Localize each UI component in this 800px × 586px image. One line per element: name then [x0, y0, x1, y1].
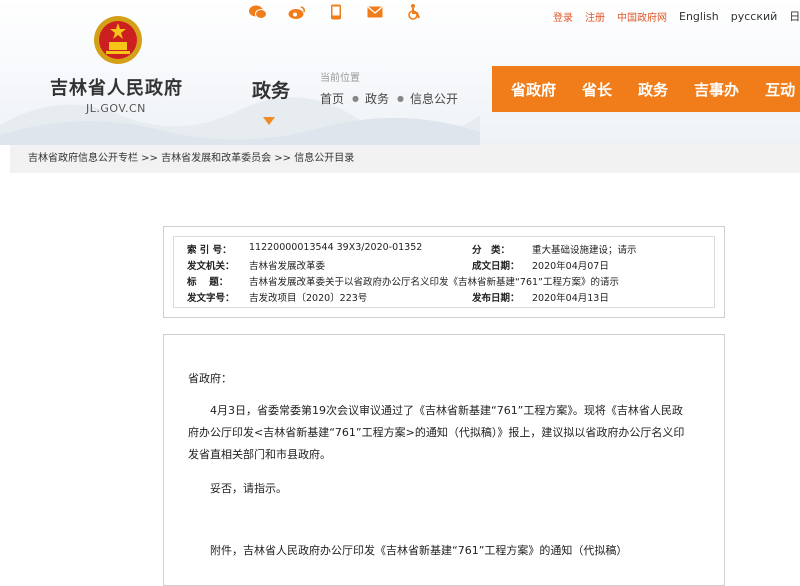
- doc-number-label: 发文字号：: [187, 293, 235, 304]
- document-info-table: 索 引 号： 11220000013544 39X3/2020-01352 分 …: [173, 236, 715, 308]
- category-label: 分 类：: [472, 245, 511, 256]
- national-emblem-icon: [94, 16, 142, 64]
- category-value: 重大基础设施建设；请示: [532, 245, 637, 256]
- bullet-icon: ●: [352, 94, 359, 103]
- letter-paragraph-line-2: 府办公厅印发<吉林省新基建“761”工程方案>的通知（代拟稿）》报上，建议拟以省…: [188, 426, 685, 439]
- nav-interaction[interactable]: 互动: [765, 79, 795, 100]
- issuer-value: 吉林省发展改革委: [249, 261, 326, 272]
- nav-province-gov[interactable]: 省政府: [511, 79, 556, 100]
- created-date-value: 2020年04月07日: [532, 261, 609, 272]
- title-label: 标 题：: [187, 277, 229, 288]
- lang-japanese[interactable]: 日本: [789, 8, 800, 24]
- published-date-label: 发布日期：: [472, 293, 520, 304]
- crumb-home[interactable]: 首页: [320, 90, 344, 107]
- mobile-icon[interactable]: [327, 4, 345, 20]
- index-value: 11220000013544 39X3/2020-01352: [249, 242, 423, 253]
- section-title: 政务: [252, 80, 291, 102]
- doc-number-value: 吉发改项目〔2020〕223号: [249, 293, 368, 304]
- document-body: 省政府： 4月3日，省委常委第19次会议审议通过了《吉林省新基建“761”工程方…: [163, 334, 725, 586]
- main-nav: 省政府 省长 政务 吉事办 互动 省: [492, 66, 800, 112]
- published-date-value: 2020年04月13日: [532, 293, 609, 304]
- lang-english[interactable]: English: [679, 10, 719, 23]
- letter-paragraph-line-1: 4月3日，省委常委第19次会议审议通过了《吉林省新基建“761”工程方案》。现将…: [210, 404, 683, 417]
- title-value: 吉林省发展改革委关于以省政府办公厅名义印发《吉林省新基建“761”工程方案》的请…: [249, 277, 619, 288]
- letter-attachment: 附件，吉林省人民政府办公厅印发《吉林省新基建“761”工程方案》的通知（代拟稿）: [210, 544, 628, 557]
- top-links: 登录 注册 中国政府网 English русский 日本: [553, 8, 800, 24]
- nav-governor[interactable]: 省长: [582, 79, 612, 100]
- issuer-label: 发文机关：: [187, 261, 235, 272]
- site-domain: JL.GOV.CN: [86, 102, 146, 115]
- accessibility-icon[interactable]: [405, 4, 423, 20]
- info-path-strip: 吉林省政府信息公开专栏 >> 吉林省发展和改革委员会 >> 信息公开目录: [10, 145, 800, 173]
- weibo-icon[interactable]: [288, 4, 306, 20]
- breadcrumb: 首页 ● 政务 ● 信息公开: [320, 90, 458, 107]
- nav-affairs[interactable]: 政务: [638, 79, 668, 100]
- lang-russian[interactable]: русский: [731, 10, 778, 23]
- nav-services[interactable]: 吉事办: [694, 79, 739, 100]
- location-label: 当前位置: [320, 73, 360, 84]
- created-date-label: 成文日期：: [472, 261, 520, 272]
- bullet-icon: ●: [397, 94, 404, 103]
- site-title[interactable]: 吉林省人民政府: [50, 74, 183, 100]
- section-indicator-arrow: [263, 117, 275, 125]
- letter-closing: 妥否，请指示。: [210, 482, 287, 495]
- path-text[interactable]: 吉林省政府信息公开专栏 >> 吉林省发展和改革委员会 >> 信息公开目录: [28, 153, 354, 164]
- wechat-icon[interactable]: [249, 4, 267, 20]
- login-link[interactable]: 登录: [553, 9, 573, 24]
- register-link[interactable]: 注册: [585, 9, 605, 24]
- letter-salutation: 省政府：: [188, 372, 232, 385]
- social-icons: [249, 4, 444, 20]
- crumb-info-public[interactable]: 信息公开: [410, 90, 458, 107]
- document-info-box: 索 引 号： 11220000013544 39X3/2020-01352 分 …: [163, 226, 725, 318]
- gov-cn-link[interactable]: 中国政府网: [617, 9, 667, 24]
- letter-paragraph-line-3: 发省直相关部门和市县政府。: [188, 448, 331, 461]
- mail-icon[interactable]: [366, 4, 384, 20]
- crumb-affairs[interactable]: 政务: [365, 90, 389, 107]
- index-label: 索 引 号：: [187, 245, 232, 256]
